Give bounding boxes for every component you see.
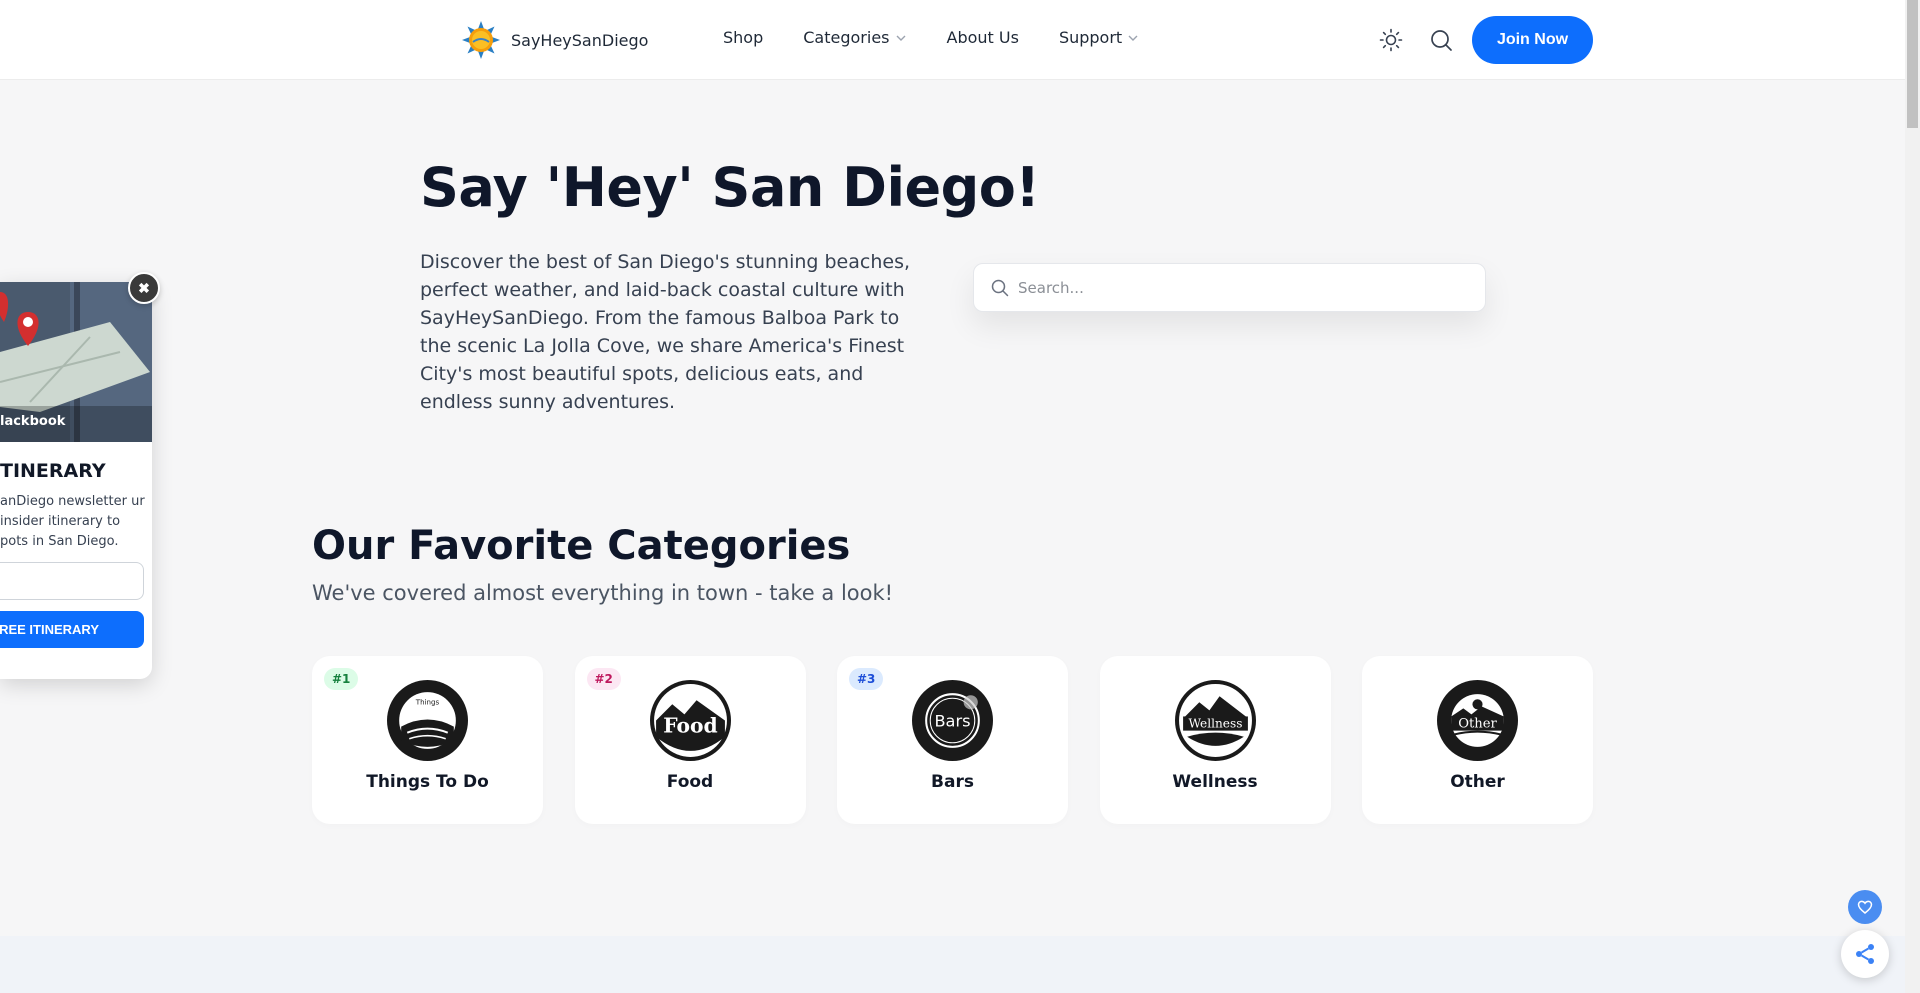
scrollbar-thumb[interactable] (1907, 0, 1918, 128)
rank-badge: #2 (586, 668, 621, 690)
share-button[interactable] (1841, 930, 1889, 978)
nav-categories-label: Categories (803, 28, 890, 47)
rank-badge: #1 (324, 668, 359, 690)
svg-text:Food: Food (663, 714, 717, 738)
category-label: Bars (931, 772, 974, 792)
nav-about-us[interactable]: About Us (947, 28, 1019, 47)
site-header: SayHeySanDiego Shop Categories About Us … (0, 0, 1905, 80)
nav-support-label: Support (1058, 28, 1123, 47)
logo-text: SayHeySanDiego (511, 30, 649, 50)
sun-logo-icon (462, 21, 500, 59)
heart-icon (1857, 900, 1873, 914)
nav-about-label: About Us (946, 28, 1019, 47)
nav-support[interactable]: Support (1059, 28, 1139, 47)
category-card-bars[interactable]: #3 Bars Bars (837, 656, 1068, 824)
category-label: Other (1450, 772, 1505, 792)
category-cards: #1 Things Things To Do #2 Food Food #3 B… (312, 656, 1593, 824)
category-label: Things To Do (366, 772, 489, 792)
main-nav: Shop Categories About Us Support (723, 28, 1139, 47)
bars-icon: Bars (912, 680, 993, 761)
other-icon: Other (1437, 680, 1518, 761)
things-to-do-icon: Things (387, 680, 468, 761)
category-card-other[interactable]: Other Other (1362, 656, 1593, 824)
nav-shop[interactable]: Shop (723, 28, 763, 47)
hero-title: Say 'Hey' San Diego! (420, 156, 1040, 219)
newsletter-popup: lackbook TINERARY anDiego newsletter ur … (0, 282, 152, 679)
svg-text:Other: Other (1458, 717, 1497, 732)
wellness-icon: Wellness (1174, 680, 1256, 761)
sun-theme-toggle-icon[interactable] (1379, 28, 1403, 52)
chevron-down-icon (1128, 35, 1138, 41)
page-scrollbar[interactable] (1905, 0, 1920, 993)
chevron-down-icon (896, 35, 905, 41)
favorite-button[interactable] (1848, 890, 1882, 924)
categories-title: Our Favorite Categories (312, 523, 851, 569)
hero-search (973, 263, 1486, 312)
svg-text:Bars: Bars (934, 712, 970, 731)
hero-search-input[interactable] (1018, 278, 1458, 297)
site-logo[interactable]: SayHeySanDiego (461, 20, 648, 60)
category-card-things-to-do[interactable]: #1 Things Things To Do (312, 656, 543, 824)
category-card-wellness[interactable]: Wellness Wellness (1099, 656, 1331, 824)
search-icon (991, 279, 1009, 296)
rank-badge: #3 (849, 668, 884, 690)
join-now-button[interactable]: Join Now (1472, 16, 1593, 64)
svg-text:Wellness: Wellness (1188, 717, 1242, 731)
nav-categories[interactable]: Categories (803, 28, 906, 47)
popup-close-button[interactable]: ✖ (128, 272, 160, 304)
popup-text: anDiego newsletter ur insider itinerary … (0, 494, 145, 549)
nav-shop-label: Shop (723, 28, 764, 47)
food-icon: Food (649, 680, 731, 761)
popup-heading: TINERARY (0, 460, 106, 482)
share-icon (1856, 944, 1874, 964)
category-label: Food (666, 772, 714, 792)
next-section-band (0, 936, 1905, 993)
popup-email-input[interactable] (0, 562, 144, 600)
svg-text:Things: Things (415, 697, 440, 706)
category-card-food[interactable]: #2 Food Food (574, 656, 806, 824)
category-label: Wellness (1172, 772, 1258, 792)
popup-image-caption: lackbook (0, 414, 66, 429)
search-icon[interactable] (1429, 28, 1453, 52)
categories-subtitle: We've covered almost everything in town … (312, 581, 894, 605)
hero-description: Discover the best of San Diego's stunnin… (420, 251, 911, 413)
get-itinerary-button[interactable]: FREE ITINERARY (0, 611, 144, 648)
